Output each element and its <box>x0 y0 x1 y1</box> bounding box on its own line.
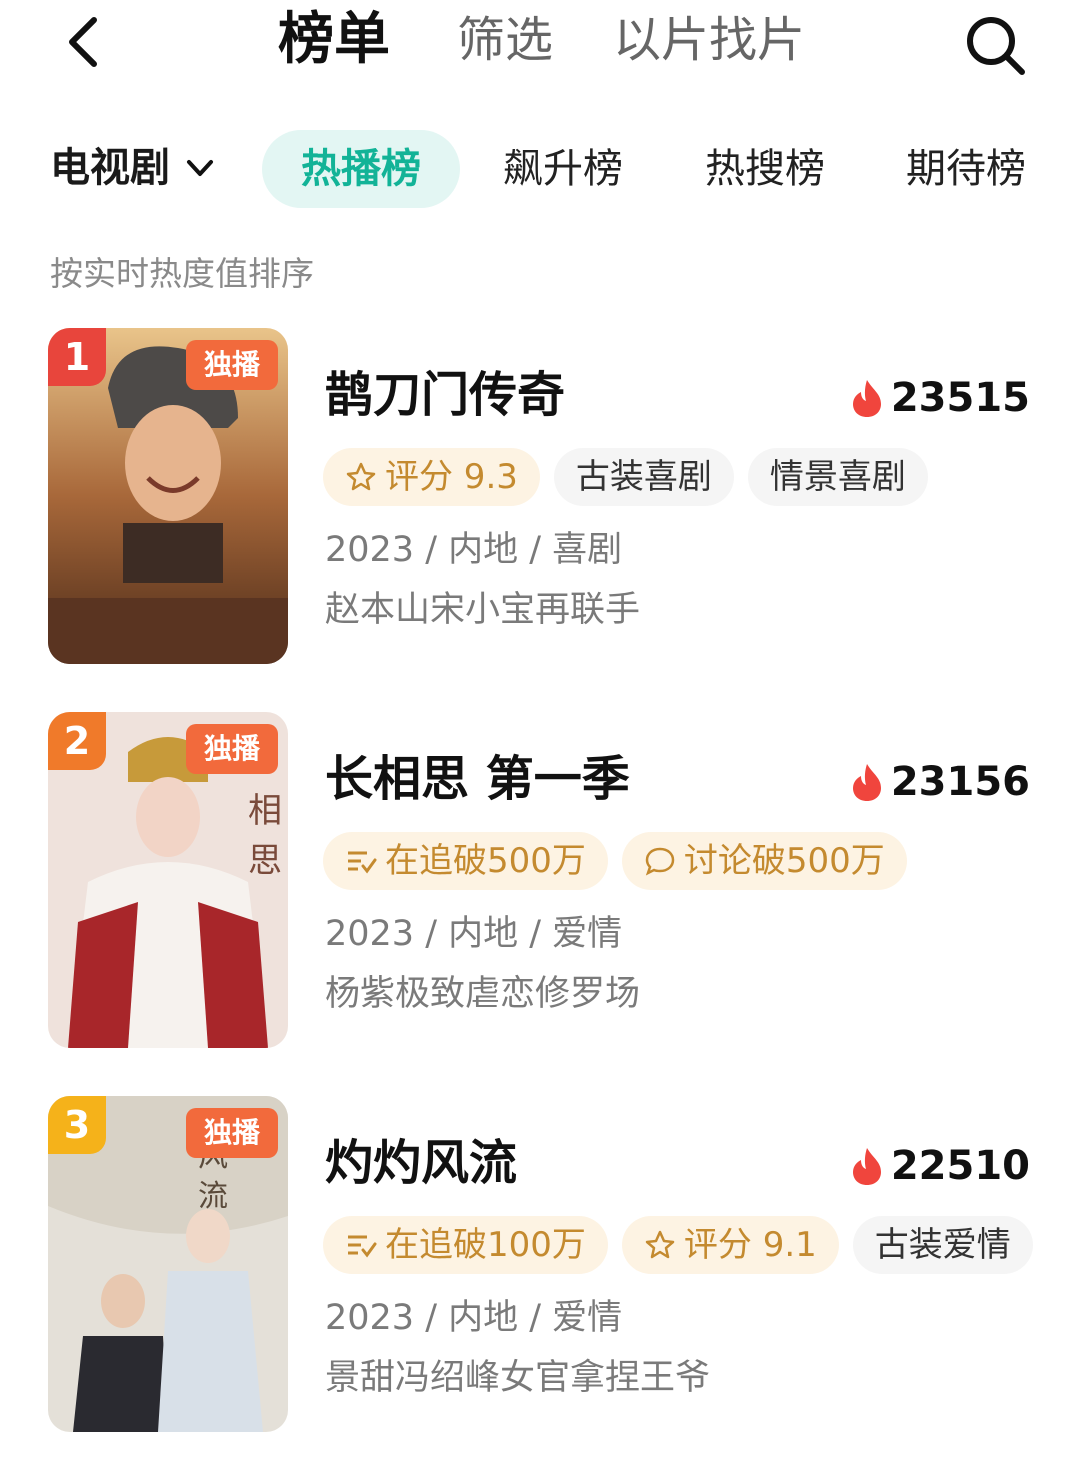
search-icon[interactable] <box>962 12 1028 78</box>
svg-text:思: 思 <box>248 841 282 881</box>
list-item[interactable]: 1 独播 鹊刀门传奇 23515 评分 9.3 古装喜剧 情景喜剧 2023 /… <box>0 328 1080 668</box>
item-description: 赵本山宋小宝再联手 <box>325 590 641 630</box>
fire-icon <box>852 764 881 801</box>
exclusive-badge: 独播 <box>186 1108 278 1158</box>
category-row: 电视剧 热播榜 飙升榜 热搜榜 期待榜 <box>0 130 1080 210</box>
item-title[interactable]: 鹊刀门传奇 <box>325 364 565 426</box>
rank-badge: 1 <box>48 328 106 386</box>
item-title[interactable]: 灼灼风流 <box>325 1132 517 1194</box>
tag: 古装喜剧 <box>553 448 734 506</box>
item-description: 景甜冯绍峰女官拿捏王爷 <box>325 1358 711 1398</box>
tab-hot-search[interactable]: 热搜榜 <box>702 130 828 208</box>
list-check-icon <box>348 1235 377 1258</box>
sort-note: 按实时热度值排序 <box>50 254 314 293</box>
fire-icon <box>852 1148 881 1185</box>
rank-badge: 3 <box>48 1096 106 1154</box>
tab-find-by-movie[interactable]: 以片找片 <box>613 10 805 70</box>
item-title[interactable]: 长相思 第一季 <box>325 748 630 810</box>
item-meta: 2023 / 内地 / 爱情 <box>325 1298 623 1338</box>
star-icon <box>346 462 376 491</box>
svg-text:流: 流 <box>198 1179 228 1214</box>
back-arrow-icon[interactable] <box>60 12 110 72</box>
tab-ranking[interactable]: 榜单 <box>278 10 390 70</box>
tag: 讨论破500万 <box>621 832 907 890</box>
rank-badge: 2 <box>48 712 106 770</box>
tab-rising[interactable]: 飙升榜 <box>500 130 626 208</box>
tag-list: 评分 9.3 古装喜剧 情景喜剧 <box>323 448 928 506</box>
exclusive-badge: 独播 <box>186 340 278 390</box>
heat-score: 23156 <box>851 758 1030 806</box>
comment-icon <box>645 847 675 876</box>
list-item[interactable]: 风 流 3 独播 灼灼风流 22510 在追破100万 评分 9.1 古装爱情 … <box>0 1096 1080 1436</box>
heat-score: 22510 <box>851 1142 1030 1190</box>
category-label: 电视剧 <box>50 145 170 191</box>
top-nav: 榜单 筛选 以片找片 <box>0 0 1080 90</box>
tab-filter[interactable]: 筛选 <box>457 10 553 70</box>
item-meta: 2023 / 内地 / 喜剧 <box>325 530 623 570</box>
tag: 在追破100万 <box>323 1216 608 1274</box>
chevron-down-icon <box>187 160 213 176</box>
item-description: 杨紫极致虐恋修罗场 <box>325 974 641 1014</box>
tag: 在追破500万 <box>323 832 608 890</box>
heat-value: 23156 <box>890 759 1030 805</box>
fire-icon <box>852 380 881 417</box>
list-item[interactable]: 相 思 2 独播 长相思 第一季 23156 在追破500万 讨论破500万 2… <box>0 712 1080 1052</box>
list-check-icon <box>348 851 377 874</box>
tag: 情景喜剧 <box>747 448 928 506</box>
svg-text:相: 相 <box>248 791 282 831</box>
heat-value: 22510 <box>890 1143 1030 1189</box>
exclusive-badge: 独播 <box>186 724 278 774</box>
tag: 古装爱情 <box>852 1216 1033 1274</box>
item-meta: 2023 / 内地 / 爱情 <box>325 914 623 954</box>
tag-list: 在追破500万 讨论破500万 <box>323 832 907 890</box>
tag-list: 在追破100万 评分 9.1 古装爱情 <box>323 1216 1033 1274</box>
tab-hot-play[interactable]: 热播榜 <box>262 130 460 208</box>
category-dropdown[interactable]: 电视剧 <box>50 138 216 198</box>
star-icon <box>645 1230 675 1259</box>
tag: 评分 9.3 <box>323 448 540 506</box>
heat-value: 23515 <box>890 375 1030 421</box>
tag: 评分 9.1 <box>621 1216 839 1274</box>
heat-score: 23515 <box>851 374 1030 422</box>
tab-anticipated[interactable]: 期待榜 <box>903 130 1029 208</box>
